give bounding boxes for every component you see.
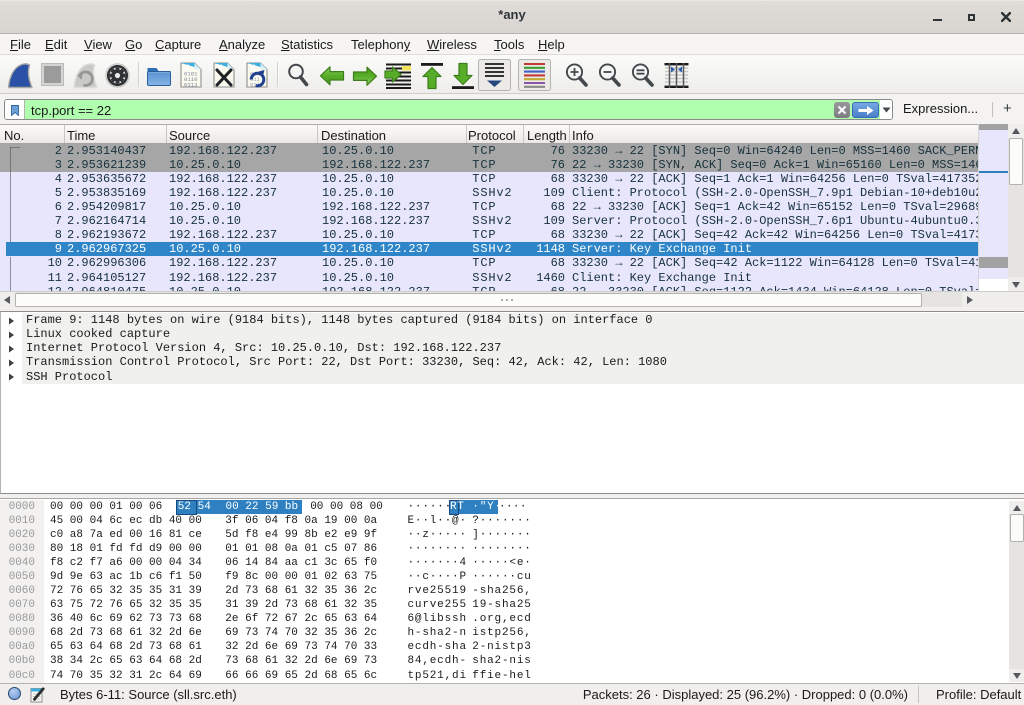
svg-text:0313: 0313 bbox=[184, 82, 197, 89]
